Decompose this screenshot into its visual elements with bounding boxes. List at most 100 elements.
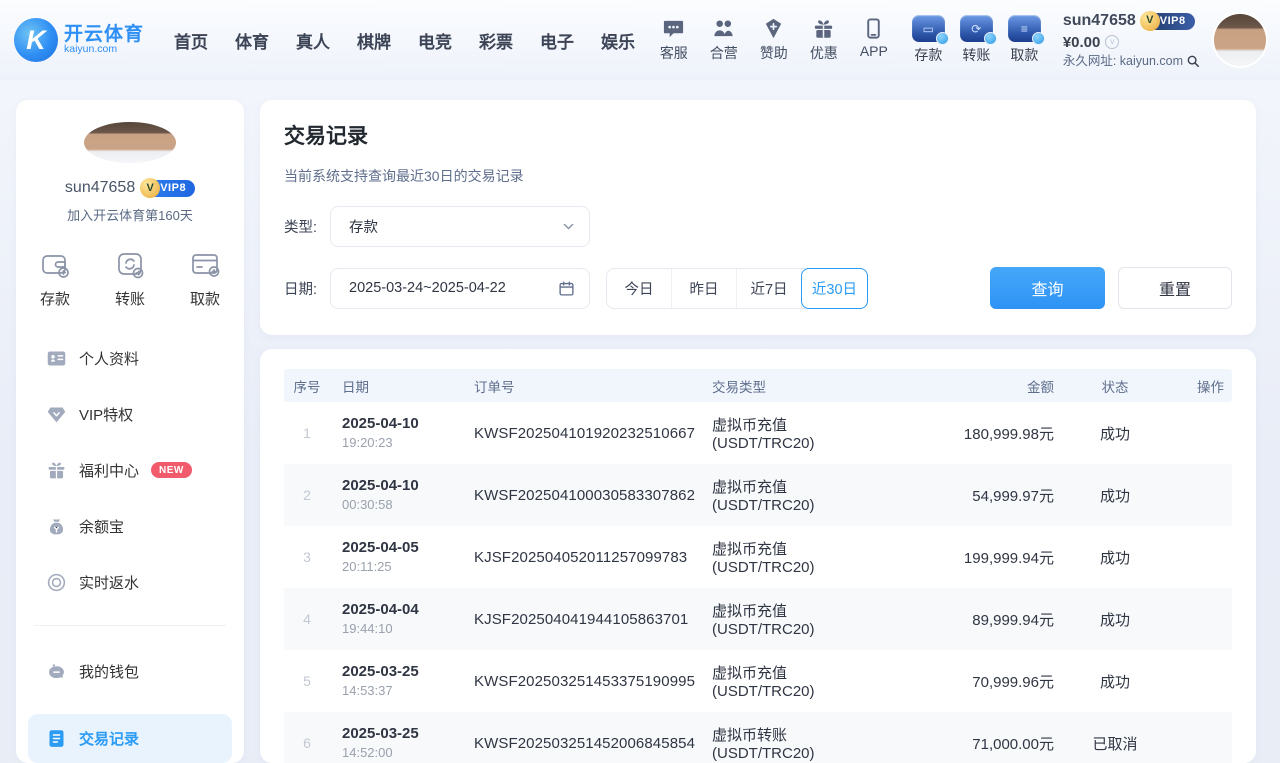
deposit-label: 存款 xyxy=(914,45,942,65)
vip-badge[interactable]: V VIP8 xyxy=(1142,13,1195,30)
nav-item-7[interactable]: 电子 xyxy=(540,28,574,53)
row-datetime: 2025-03-2514:52:00 xyxy=(330,724,472,762)
nav-item-2[interactable]: 体育 xyxy=(235,28,269,53)
range-yesterday-button[interactable]: 昨日 xyxy=(672,269,737,308)
gift-icon xyxy=(812,17,835,40)
brand-logo[interactable]: K 开云体育 kaiyun.com xyxy=(14,18,156,62)
date-range-input[interactable]: 2025-03-24~2025-04-22 xyxy=(330,268,590,309)
nav-item-5[interactable]: 电竞 xyxy=(418,28,452,53)
transfer-shortcut[interactable]: ⟳ 转账 xyxy=(960,15,993,65)
user-avatar[interactable] xyxy=(1214,14,1266,66)
brand-logo-icon: K xyxy=(14,18,58,62)
search-icon[interactable] xyxy=(1186,54,1200,68)
withdraw-shortcut[interactable]: ≡ 取款 xyxy=(1008,15,1041,65)
range-7days-button[interactable]: 近7日 xyxy=(737,269,802,308)
quick-transfer[interactable]: 转账 xyxy=(113,250,147,309)
transfer-label: 转账 xyxy=(962,45,990,65)
table-row[interactable]: 52025-03-2514:53:37KWSF20250325145337519… xyxy=(284,650,1232,712)
service-links: 客服 合营 赞助 优惠 APP xyxy=(660,17,888,63)
wallet-shortcuts: ▭ 存款 ⟳ 转账 ≡ 取款 xyxy=(912,15,1041,65)
transfer-icon xyxy=(113,250,147,280)
vip-shield-icon: V xyxy=(1140,11,1160,31)
row-status: 成功 xyxy=(1058,547,1172,568)
profile-avatar[interactable] xyxy=(84,122,176,163)
row-order-number: KJSF202504052011257099783 xyxy=(472,549,706,566)
profile-vip-badge[interactable]: V VIP8 xyxy=(142,180,195,197)
chat-icon xyxy=(662,17,685,40)
service-promo[interactable]: 优惠 xyxy=(810,17,838,63)
header-amount: 金额 xyxy=(892,376,1058,396)
row-time: 19:20:23 xyxy=(342,434,472,452)
row-amount: 180,999.98元 xyxy=(892,423,1058,444)
permanent-url: 永久网址: kaiyun.com xyxy=(1063,53,1183,69)
nav-item-1[interactable]: 首页 xyxy=(174,28,208,53)
brand-name: 开云体育 xyxy=(64,25,144,45)
header-type: 交易类型 xyxy=(706,376,892,396)
row-status: 成功 xyxy=(1058,485,1172,506)
row-seq: 4 xyxy=(284,611,330,627)
deposit-shortcut[interactable]: ▭ 存款 xyxy=(912,15,945,65)
top-bar: K 开云体育 kaiyun.com 首页 体育 真人 棋牌 电竞 彩票 电子 娱乐 客服 合营… xyxy=(0,0,1280,80)
quick-deposit[interactable]: 存款 xyxy=(38,250,72,309)
row-seq: 6 xyxy=(284,735,330,751)
nav-item-4[interactable]: 棋牌 xyxy=(357,28,391,53)
row-amount: 89,999.94元 xyxy=(892,609,1058,630)
row-amount: 71,000.00元 xyxy=(892,733,1058,754)
table-row[interactable]: 12025-04-1019:20:23KWSF20250410192023251… xyxy=(284,402,1232,464)
range-30days-button[interactable]: 近30日 xyxy=(801,268,868,309)
user-block: sun47658 V VIP8 ¥0.00 v 永久网址: kaiyun.com xyxy=(1063,11,1200,70)
sidebar-menu: 个人资料 VIP特权 福利中心 NEW 余额宝 实时返水 xyxy=(32,345,228,763)
withdraw-tile-icon: ≡ xyxy=(1008,15,1041,42)
row-time: 14:53:37 xyxy=(342,682,472,700)
type-select[interactable]: 存款 xyxy=(330,206,590,247)
refresh-balance-icon[interactable]: v xyxy=(1105,35,1119,49)
sidebar-item-transactions[interactable]: 交易记录 xyxy=(28,714,232,763)
quick-withdraw[interactable]: 取款 xyxy=(188,250,222,309)
sidebar-item-label: 个人资料 xyxy=(79,348,139,369)
row-datetime: 2025-04-0520:11:25 xyxy=(330,538,472,576)
range-today-button[interactable]: 今日 xyxy=(607,269,672,308)
service-support[interactable]: 客服 xyxy=(660,17,688,63)
table-row[interactable]: 32025-04-0520:11:25KJSF20250405201125709… xyxy=(284,526,1232,588)
row-transaction-type: 虚拟币转账 (USDT/TRC20) xyxy=(706,724,892,762)
table-row[interactable]: 62025-03-2514:52:00KWSF20250325145200684… xyxy=(284,712,1232,763)
row-order-number: KJSF202504041944105863701 xyxy=(472,611,706,628)
quick-deposit-label: 存款 xyxy=(40,288,70,309)
profile-sidebar: sun47658 V VIP8 加入开云体育第160天 存款 转账 取款 xyxy=(16,100,244,763)
header-order: 订单号 xyxy=(472,376,706,396)
nav-item-3[interactable]: 真人 xyxy=(296,28,330,53)
service-partners[interactable]: 合营 xyxy=(710,17,738,63)
row-seq: 2 xyxy=(284,487,330,503)
money-bag-icon xyxy=(46,516,67,537)
row-datetime: 2025-03-2514:53:37 xyxy=(330,662,472,700)
service-sponsor[interactable]: 赞助 xyxy=(760,17,788,63)
sidebar-divider xyxy=(34,625,226,626)
balance-amount: ¥0.00 xyxy=(1063,33,1101,53)
row-date: 2025-04-10 xyxy=(342,414,472,434)
row-date: 2025-04-10 xyxy=(342,476,472,496)
sidebar-item-rebate[interactable]: 实时返水 xyxy=(46,569,226,595)
sidebar-item-welfare[interactable]: 福利中心 NEW xyxy=(46,457,226,483)
row-status: 成功 xyxy=(1058,609,1172,630)
table-row[interactable]: 42025-04-0419:44:10KJSF20250404194410586… xyxy=(284,588,1232,650)
row-order-number: KWSF202504101920232510667 xyxy=(472,425,706,442)
sidebar-item-profile[interactable]: 个人资料 xyxy=(46,345,226,371)
nav-item-8[interactable]: 娱乐 xyxy=(601,28,635,53)
row-transaction-type: 虚拟币充值 (USDT/TRC20) xyxy=(706,662,892,700)
nav-item-6[interactable]: 彩票 xyxy=(479,28,513,53)
service-app[interactable]: APP xyxy=(860,17,888,63)
row-amount: 70,999.96元 xyxy=(892,671,1058,692)
sidebar-item-yuebao[interactable]: 余额宝 xyxy=(46,513,226,539)
sidebar-item-wallet[interactable]: 我的钱包 xyxy=(46,658,226,684)
reset-button[interactable]: 重置 xyxy=(1118,267,1232,309)
sidebar-quick-actions: 存款 转账 取款 xyxy=(32,250,228,309)
new-badge: NEW xyxy=(151,462,192,478)
search-button[interactable]: 查询 xyxy=(990,267,1105,309)
wallet-icon xyxy=(38,250,72,280)
sidebar-item-vip[interactable]: VIP特权 xyxy=(46,401,226,427)
table-row[interactable]: 22025-04-1000:30:58KWSF20250410003058330… xyxy=(284,464,1232,526)
card-icon xyxy=(188,250,222,280)
sidebar-item-label: 实时返水 xyxy=(79,572,139,593)
row-time: 19:44:10 xyxy=(342,620,472,638)
row-date: 2025-03-25 xyxy=(342,724,472,744)
